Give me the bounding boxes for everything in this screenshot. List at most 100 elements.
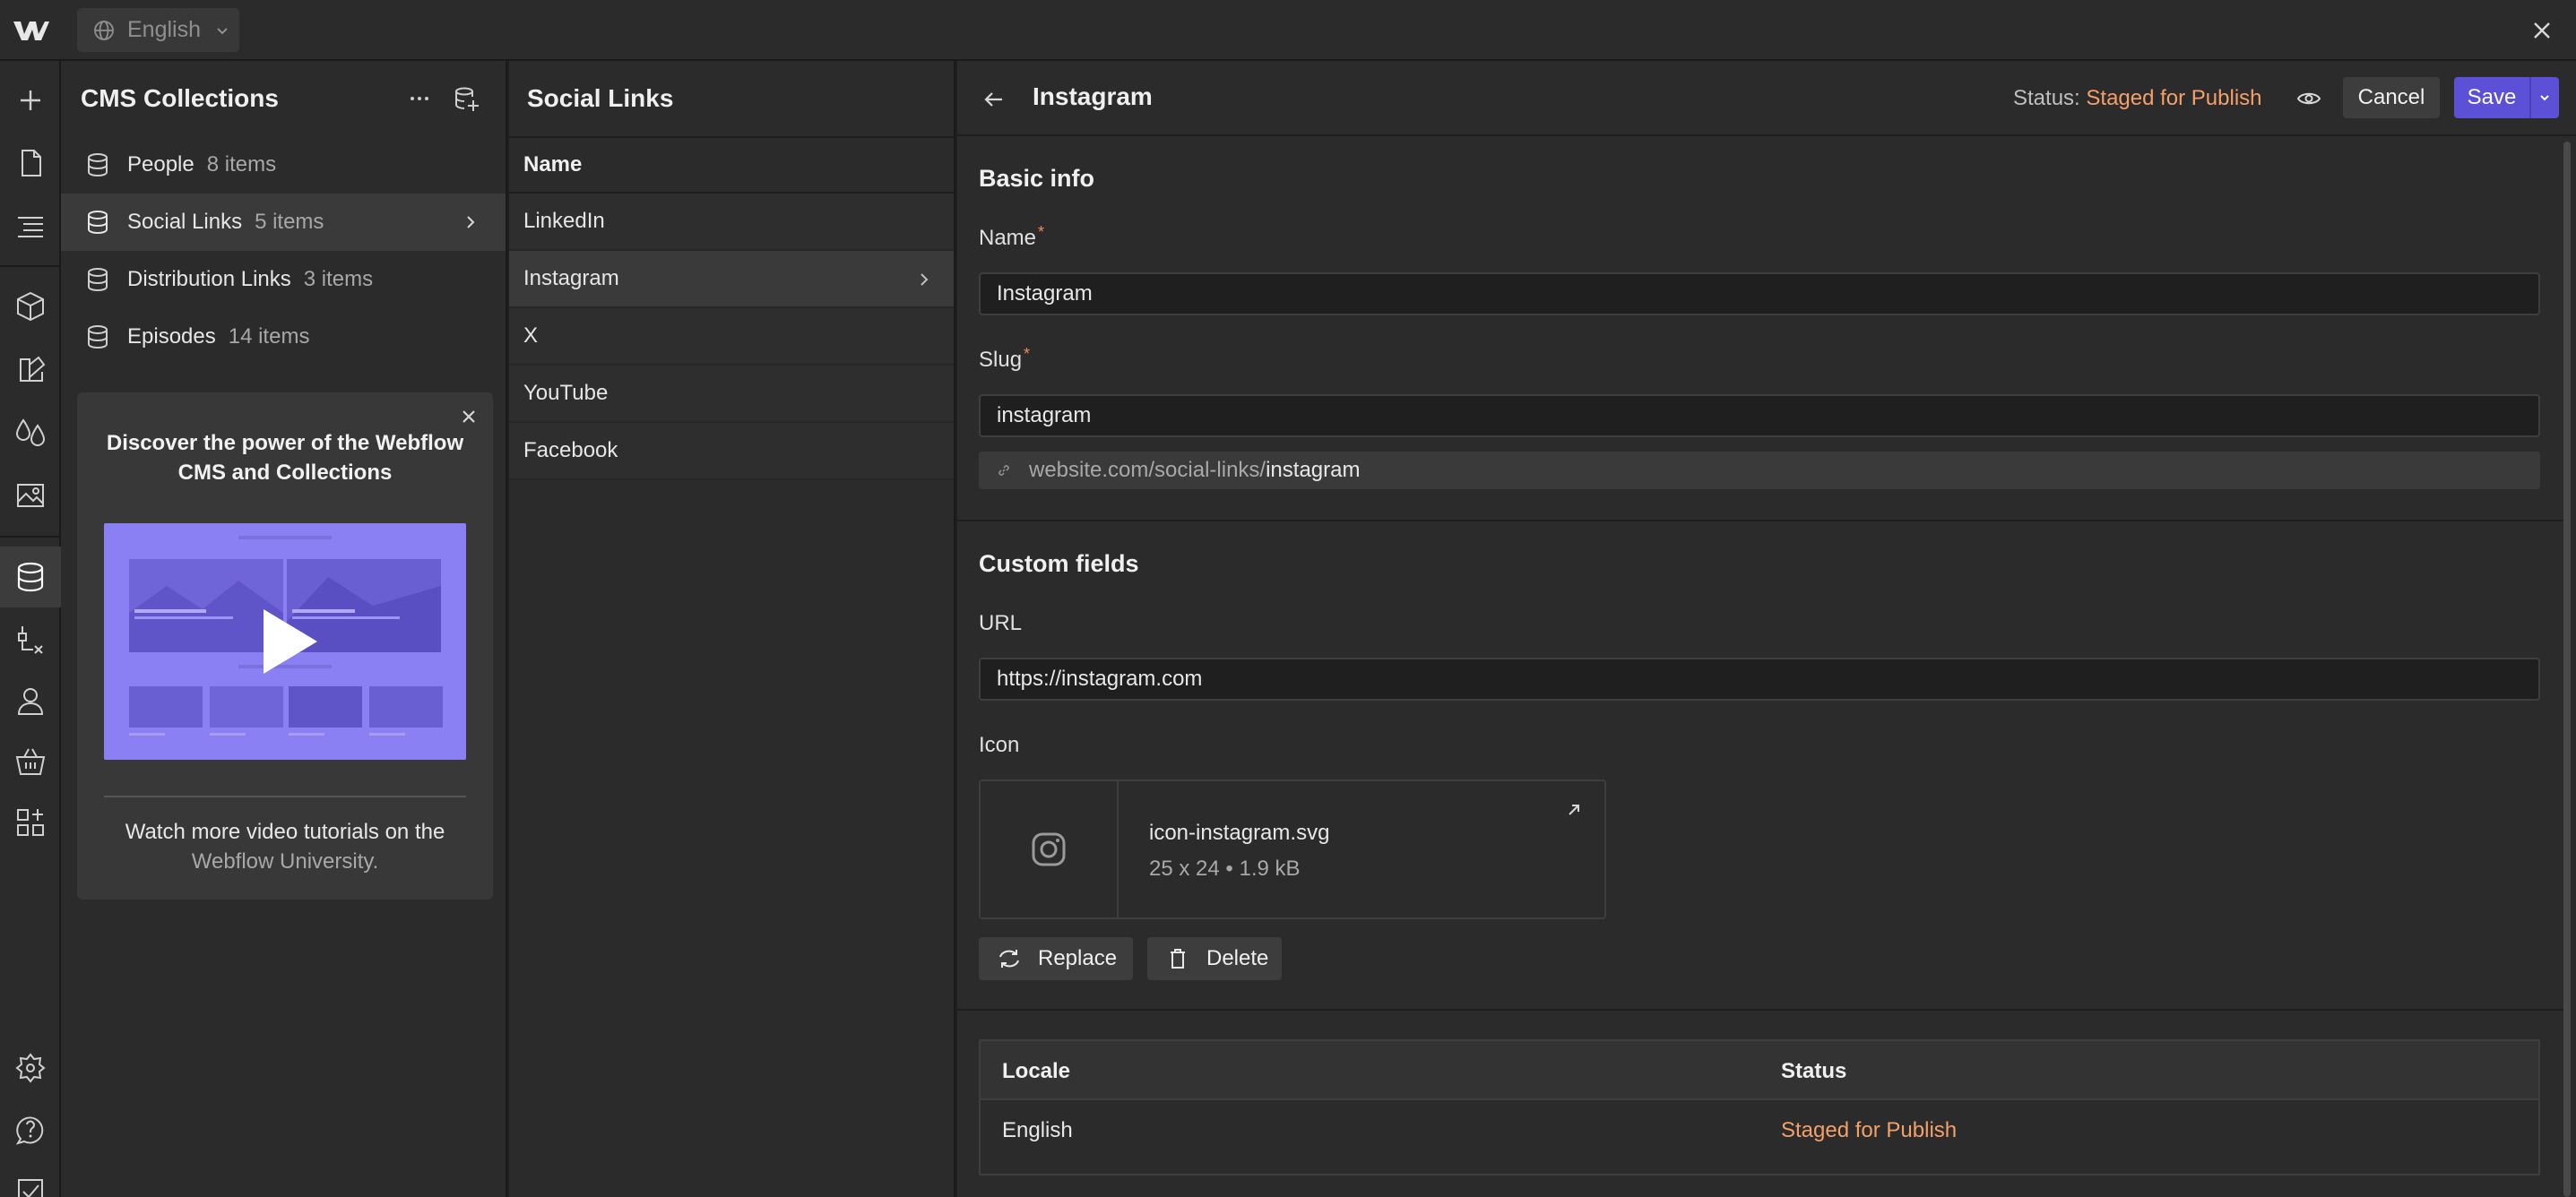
help-icon[interactable]	[7, 1106, 54, 1152]
cancel-button[interactable]: Cancel	[2343, 77, 2440, 118]
url-slug: instagram	[1266, 458, 1361, 482]
back-arrow-icon[interactable]	[982, 88, 1006, 111]
list-item[interactable]: YouTube	[509, 366, 954, 423]
items-panel: Social Links Name LinkedIn Instagram X Y…	[509, 61, 955, 1197]
database-icon	[88, 211, 108, 235]
apps-icon[interactable]	[7, 799, 54, 846]
list-item[interactable]: Facebook	[509, 423, 954, 480]
chevron-down-icon[interactable]	[2538, 91, 2551, 104]
collection-name: Episodes	[127, 324, 216, 349]
column-header-name[interactable]: Name	[509, 136, 954, 194]
icon-asset-card[interactable]: icon-instagram.svg 25 x 24 • 1.9 kB	[979, 779, 1606, 919]
open-external-icon[interactable]	[1565, 801, 1583, 819]
item-name: LinkedIn	[523, 209, 605, 233]
delete-label: Delete	[1206, 946, 1269, 970]
pages-icon[interactable]	[7, 140, 54, 186]
replace-button[interactable]: Replace	[979, 937, 1133, 980]
top-bar: English	[0, 0, 2576, 61]
preview-eye-icon[interactable]	[2296, 88, 2321, 109]
collection-item-episodes[interactable]: Episodes 14 items	[61, 308, 506, 366]
ecommerce-icon[interactable]	[7, 738, 54, 785]
database-icon	[88, 153, 108, 177]
section-title-custom-fields: Custom fields	[979, 550, 1139, 577]
collection-item-social-links[interactable]: Social Links 5 items	[61, 194, 506, 251]
chevron-right-icon	[921, 273, 929, 286]
promo-footer-text: Watch more video tutorials on the	[125, 820, 445, 844]
slug-value: instagram	[997, 403, 1092, 427]
globe-icon	[94, 20, 114, 40]
collections-panel: CMS Collections People 8 items Social Li…	[61, 61, 507, 1197]
variables-icon[interactable]	[7, 409, 54, 455]
save-label: Save	[2467, 85, 2517, 109]
locale-switcher[interactable]: English	[77, 8, 239, 52]
cms-promo-card: Discover the power of the Webflow CMS an…	[77, 392, 493, 900]
add-icon[interactable]	[7, 77, 54, 124]
collections-header: CMS Collections	[61, 61, 506, 136]
slug-field[interactable]: instagram	[979, 394, 2540, 437]
promo-divider	[104, 796, 466, 797]
scrollbar[interactable]	[2563, 142, 2571, 1197]
database-icon	[88, 268, 108, 292]
name-value: Instagram	[997, 281, 1093, 306]
list-item[interactable]: X	[509, 308, 954, 366]
item-name: YouTube	[523, 381, 609, 405]
promo-title: Discover the power of the Webflow CMS an…	[106, 431, 464, 485]
collection-count: 14 items	[228, 324, 310, 349]
items-header: Social Links	[509, 61, 954, 136]
style-manager-icon[interactable]	[7, 346, 54, 392]
asset-file-meta: 25 x 24 • 1.9 kB	[1149, 857, 1301, 881]
collection-item-people[interactable]: People 8 items	[61, 136, 506, 194]
url-value: https://instagram.com	[997, 667, 1203, 691]
row-status: Staged for Publish	[1781, 1118, 1958, 1142]
close-icon[interactable]	[459, 407, 479, 426]
item-editor: Instagram Status: Staged for Publish Can…	[957, 61, 2576, 1197]
items-panel-title: Social Links	[527, 84, 674, 112]
collection-name: Social Links	[127, 210, 243, 234]
row-locale: English	[1002, 1118, 1073, 1142]
logic-icon[interactable]	[7, 616, 54, 663]
close-icon[interactable]	[2529, 18, 2554, 43]
list-item[interactable]: LinkedIn	[509, 194, 954, 251]
cms-icon[interactable]	[0, 547, 61, 607]
section-divider	[957, 1009, 2563, 1011]
item-name: X	[523, 323, 539, 348]
add-collection-icon[interactable]	[452, 84, 480, 113]
promo-footer: Watch more video tutorials on the Webflo…	[95, 817, 475, 876]
locale-status-table: Locale Status English Staged for Publish	[979, 1039, 2540, 1175]
collection-item-distribution-links[interactable]: Distribution Links 3 items	[61, 251, 506, 308]
collection-count: 8 items	[206, 152, 277, 177]
list-item-selected[interactable]: Instagram	[509, 251, 954, 308]
save-button[interactable]: Save	[2454, 77, 2559, 118]
settings-icon[interactable]	[7, 1045, 54, 1091]
promo-video[interactable]	[104, 523, 466, 760]
item-name: Instagram	[523, 266, 619, 290]
status-value: Staged for Publish	[2086, 86, 2262, 110]
cancel-label: Cancel	[2357, 85, 2425, 109]
required-marker: *	[1024, 345, 1031, 363]
asset-file-name: icon-instagram.svg	[1149, 821, 1330, 845]
slug-label: Slug *	[979, 345, 1031, 373]
url-field[interactable]: https://instagram.com	[979, 658, 2540, 701]
collection-name: People	[127, 152, 194, 177]
section-title-basic-info: Basic info	[979, 165, 1095, 192]
checklist-icon[interactable]	[7, 1168, 54, 1197]
required-marker: *	[1038, 223, 1045, 241]
delete-button[interactable]: Delete	[1147, 937, 1282, 980]
status-label: Status:	[2013, 86, 2080, 110]
table-header: Locale Status	[981, 1041, 2538, 1100]
name-field[interactable]: Instagram	[979, 272, 2540, 315]
url-prefix: website.com/social-links/	[1029, 458, 1266, 482]
webflow-logo[interactable]	[13, 18, 50, 43]
navigator-icon[interactable]	[7, 202, 54, 249]
panel-title: CMS Collections	[81, 84, 279, 112]
replace-icon	[999, 950, 1019, 968]
item-title: Instagram	[1033, 82, 1153, 110]
column-header-label: Name	[523, 152, 583, 177]
components-icon[interactable]	[7, 283, 54, 330]
more-options-icon[interactable]	[405, 84, 434, 113]
assets-icon[interactable]	[7, 471, 54, 518]
locale-label: English	[127, 17, 201, 42]
users-icon[interactable]	[7, 677, 54, 724]
webflow-university-link[interactable]: Webflow University.	[192, 849, 379, 874]
item-name: Facebook	[523, 438, 618, 462]
